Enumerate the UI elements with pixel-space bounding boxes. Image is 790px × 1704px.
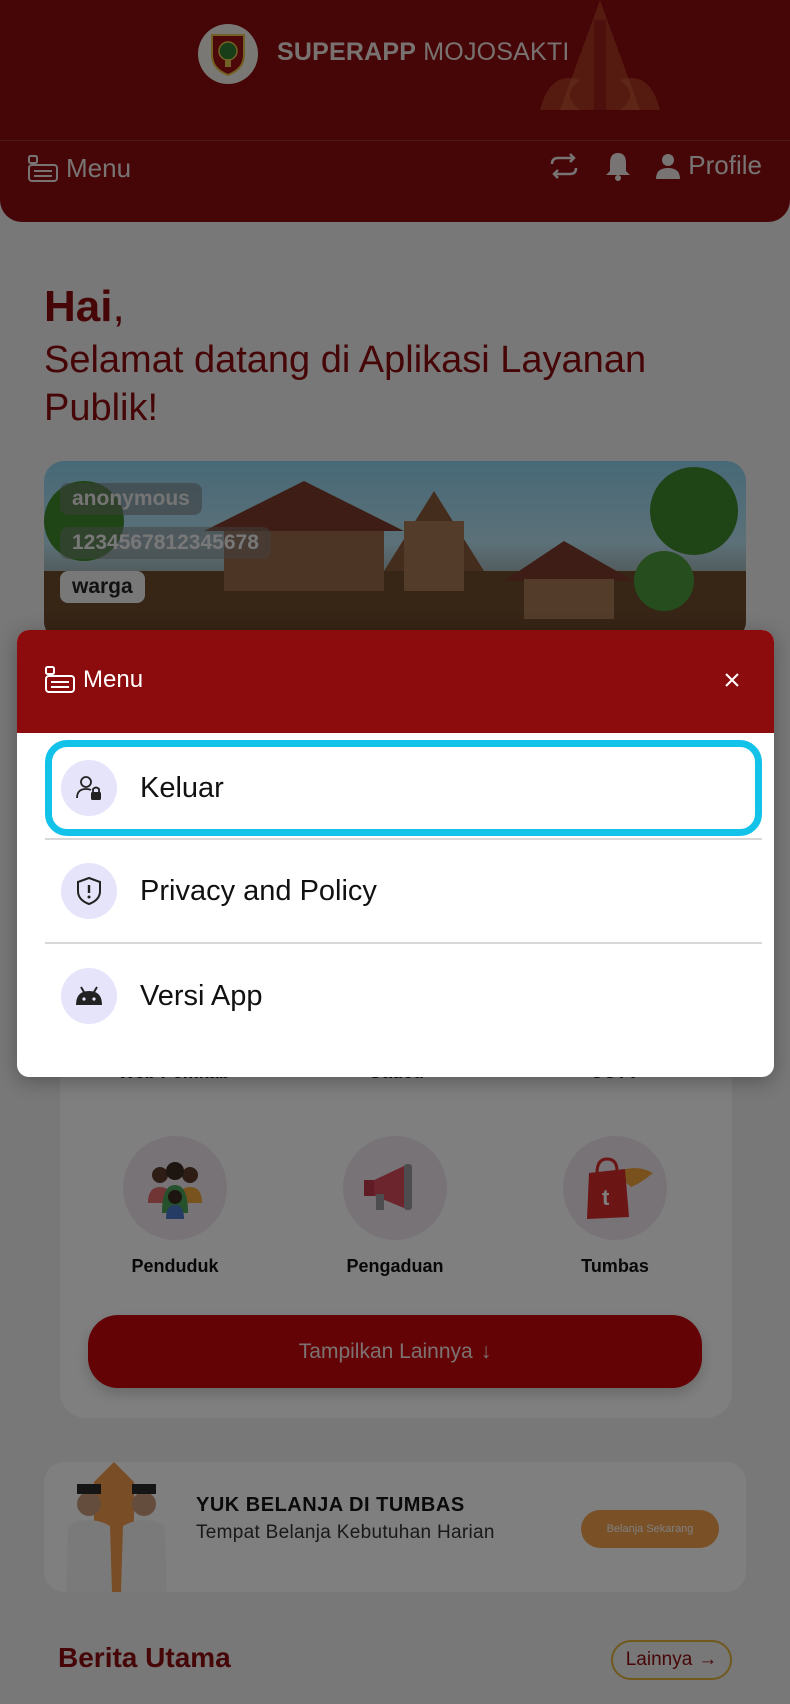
menu-modal: Menu Keluar Privacy and Policy Versi App [17,630,774,1077]
menu-item-label: Versi App [140,979,263,1012]
menu-item-privacy-policy[interactable]: Privacy and Policy [45,843,762,939]
user-lock-icon [61,760,117,816]
menu-icon [45,666,75,693]
menu-item-keluar[interactable]: Keluar [45,740,762,836]
menu-item-label: Keluar [140,771,224,804]
menu-modal-header: Menu [17,630,774,733]
menu-modal-title: Menu [45,666,143,694]
menu-divider [45,838,762,840]
menu-divider [45,942,762,944]
close-icon [725,673,739,687]
menu-item-label: Privacy and Policy [140,874,377,907]
android-icon [61,968,117,1024]
shield-alert-icon [61,863,117,919]
menu-modal-title-label: Menu [83,666,144,693]
menu-item-versi-app[interactable]: Versi App [45,948,762,1044]
close-button[interactable] [718,666,746,694]
